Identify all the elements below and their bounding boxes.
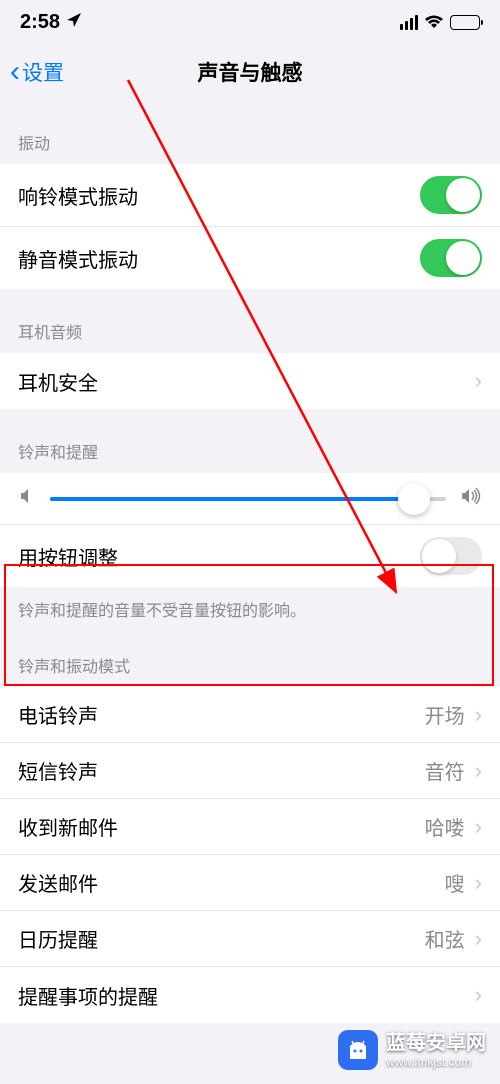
watermark-text: 蓝莓安卓网 www.lmkjst.com (386, 1031, 486, 1069)
section-header-ringer: 铃声和提醒 (0, 409, 500, 473)
watermark-title: 蓝莓安卓网 (386, 1031, 486, 1055)
volume-slider[interactable] (50, 497, 446, 501)
row-silent-vibrate[interactable]: 静音模式振动 (0, 227, 500, 289)
row-label: 提醒事项的提醒 (18, 981, 158, 1010)
wifi-icon (424, 15, 444, 30)
row-new-mail[interactable]: 收到新邮件 哈喽 › (0, 799, 500, 855)
chevron-right-icon: › (475, 814, 482, 840)
toggle-silent-vibrate[interactable] (420, 239, 482, 277)
row-label: 电话铃声 (18, 700, 98, 729)
row-label: 耳机安全 (18, 367, 98, 396)
status-left: 2:58 (20, 11, 82, 34)
row-reminder-alert[interactable]: 提醒事项的提醒 › (0, 967, 500, 1023)
chevron-right-icon: › (475, 758, 482, 784)
back-button[interactable]: ‹ 设置 (10, 57, 64, 87)
watermark-icon (338, 1030, 378, 1070)
location-icon (66, 11, 82, 34)
speaker-high-icon (460, 487, 482, 510)
row-value: 音符 (425, 756, 465, 785)
row-volume-slider[interactable] (0, 473, 500, 525)
watermark: 蓝莓安卓网 www.lmkjst.com (338, 1030, 486, 1070)
status-bar: 2:58 (0, 0, 500, 44)
section-ringer: 用按钮调整 (0, 473, 500, 587)
chevron-left-icon: ‹ (10, 57, 20, 87)
row-label: 日历提醒 (18, 924, 98, 953)
section-header-patterns: 铃声和振动模式 (0, 635, 500, 687)
chevron-right-icon: › (475, 870, 482, 896)
row-ringtone[interactable]: 电话铃声 开场 › (0, 687, 500, 743)
toggle-ring-vibrate[interactable] (420, 176, 482, 214)
row-label: 发送邮件 (18, 868, 98, 897)
row-sent-mail[interactable]: 发送邮件 嗖 › (0, 855, 500, 911)
chevron-right-icon: › (475, 702, 482, 728)
row-value: 哈喽 (425, 812, 465, 841)
page-title: 声音与触感 (198, 57, 303, 87)
row-value: 嗖 (445, 868, 465, 897)
row-label: 响铃模式振动 (18, 181, 138, 210)
row-headphone-safety[interactable]: 耳机安全 › (0, 353, 500, 409)
row-button-adjust[interactable]: 用按钮调整 (0, 525, 500, 587)
speaker-low-icon (18, 487, 36, 510)
cellular-icon (400, 15, 418, 30)
chevron-right-icon: › (475, 368, 482, 394)
back-label: 设置 (22, 57, 64, 87)
section-patterns: 电话铃声 开场 › 短信铃声 音符 › 收到新邮件 哈喽 › 发送邮件 嗖 › 日历提醒… (0, 687, 500, 1023)
row-ring-vibrate[interactable]: 响铃模式振动 (0, 164, 500, 227)
nav-bar: ‹ 设置 声音与触感 (0, 44, 500, 100)
row-text-tone[interactable]: 短信铃声 音符 › (0, 743, 500, 799)
section-footer-ringer: 铃声和提醒的音量不受音量按钮的影响。 (0, 587, 500, 635)
chevron-right-icon: › (475, 982, 482, 1008)
row-label: 收到新邮件 (18, 812, 118, 841)
chevron-right-icon: › (475, 926, 482, 952)
toggle-button-adjust[interactable] (420, 537, 482, 575)
section-header-headphone: 耳机音频 (0, 289, 500, 353)
status-right (400, 15, 480, 30)
status-time: 2:58 (20, 11, 60, 34)
row-value: 开场 (425, 700, 465, 729)
row-label: 用按钮调整 (18, 542, 118, 571)
section-headphone: 耳机安全 › (0, 353, 500, 409)
row-calendar-alert[interactable]: 日历提醒 和弦 › (0, 911, 500, 967)
battery-icon (450, 15, 480, 30)
watermark-url: www.lmkjst.com (386, 1055, 486, 1069)
row-value: 和弦 (425, 924, 465, 953)
section-vibration: 响铃模式振动 静音模式振动 (0, 164, 500, 289)
section-header-vibration: 振动 (0, 100, 500, 164)
row-label: 短信铃声 (18, 756, 98, 785)
row-label: 静音模式振动 (18, 244, 138, 273)
